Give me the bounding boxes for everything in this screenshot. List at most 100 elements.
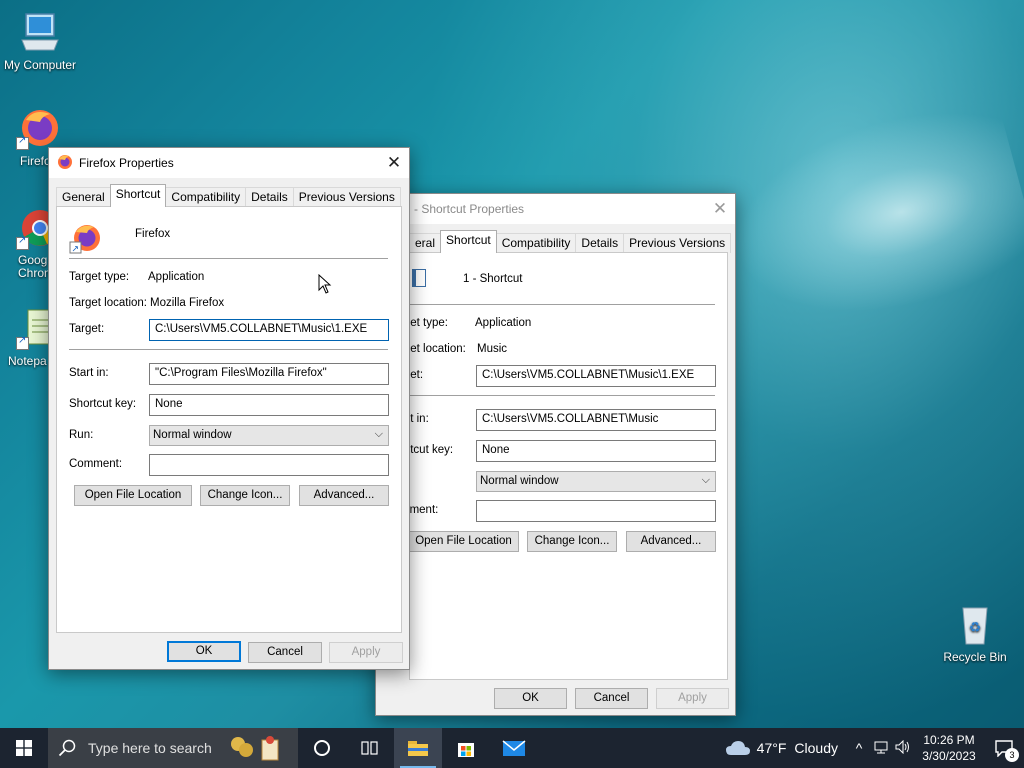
advanced-button[interactable]: Advanced...: [299, 485, 389, 506]
task-view-icon: [361, 741, 378, 755]
cancel-button[interactable]: Cancel: [575, 688, 648, 709]
desktop-icon-label: My Computer: [3, 58, 77, 72]
close-icon[interactable]: ✕: [379, 148, 409, 178]
chevron-down-icon: ⌵: [701, 474, 710, 486]
firefox-icon: [16, 106, 60, 150]
comment-label: Comment:: [69, 458, 123, 470]
target-type-value: Application: [475, 317, 532, 329]
file-explorer-icon: [408, 741, 428, 756]
shortcut-tab-panel: 1 - Shortcut rget type: Application rget…: [400, 252, 728, 680]
file-explorer-button[interactable]: [394, 728, 442, 768]
target-type-label: Target type:: [69, 271, 130, 283]
start-button[interactable]: [0, 728, 48, 768]
volume-icon[interactable]: [892, 739, 914, 757]
tab-general[interactable]: General: [56, 187, 111, 207]
notification-center-button[interactable]: 3: [984, 728, 1024, 768]
target-location-value: Mozilla Firefox: [150, 297, 225, 309]
change-icon-button[interactable]: Change Icon...: [527, 531, 617, 552]
apply-button[interactable]: Apply: [656, 688, 729, 709]
notification-count-badge: 3: [1005, 748, 1019, 762]
ok-button[interactable]: OK: [167, 641, 241, 662]
ok-button[interactable]: OK: [494, 688, 567, 709]
network-icon[interactable]: [870, 740, 892, 757]
tab-previous-versions[interactable]: Previous Versions: [292, 187, 401, 207]
apply-button[interactable]: Apply: [329, 642, 403, 663]
tab-shortcut[interactable]: Shortcut: [109, 184, 167, 207]
divider: [410, 304, 715, 305]
shortcut-icon: [412, 269, 426, 287]
svg-text:♻: ♻: [969, 619, 982, 635]
shortcut-arrow-icon: [16, 135, 29, 150]
tab-previous-versions[interactable]: Previous Versions: [623, 233, 732, 253]
taskbar-search-box[interactable]: Type here to search: [48, 728, 298, 768]
tab-general[interactable]: eral: [409, 233, 442, 253]
tab-details[interactable]: Details: [575, 233, 625, 253]
desktop-icon-recycle-bin[interactable]: ♻ Recycle Bin: [937, 602, 1013, 664]
clock-time: 10:26 PM: [923, 733, 975, 747]
dialog-title: Firefox Properties: [79, 156, 174, 170]
firefox-icon: ↗: [69, 222, 101, 255]
advanced-button[interactable]: Advanced...: [626, 531, 716, 552]
tab-details[interactable]: Details: [245, 187, 294, 207]
chevron-down-icon: ⌵: [374, 428, 383, 440]
dialog-title: - Shortcut Properties: [414, 202, 525, 216]
shortcut-key-label: Shortcut key:: [69, 398, 137, 410]
run-select[interactable]: Normal window ⌵: [476, 471, 716, 492]
divider: [410, 395, 715, 396]
computer-icon: [18, 10, 62, 54]
tab-shortcut[interactable]: Shortcut: [440, 230, 497, 253]
start-in-label: Start in:: [69, 367, 109, 379]
shortcut-key-input[interactable]: None: [149, 394, 389, 416]
cortana-icon: [314, 740, 330, 756]
shortcut-name: 1 - Shortcut: [463, 273, 523, 285]
windows-icon: [16, 740, 32, 756]
target-input[interactable]: C:\Users\VM5.COLLABNET\Music\1.EXE: [476, 365, 716, 387]
desktop-icon-my-computer[interactable]: My Computer: [2, 10, 78, 72]
target-location-value: Music: [477, 343, 508, 355]
tab-compatibility[interactable]: Compatibility: [495, 233, 577, 253]
target-location-label: Target location:: [69, 297, 147, 309]
taskbar-clock[interactable]: 10:26 PM 3/30/2023: [914, 732, 984, 764]
run-select-value: Normal window: [153, 429, 232, 441]
cancel-button[interactable]: Cancel: [248, 642, 322, 663]
run-select-value: Normal window: [480, 475, 559, 487]
recycle-bin-icon: ♻: [953, 602, 997, 646]
desktop-icon-label: Recycle Bin: [943, 650, 1007, 664]
task-view-button[interactable]: [346, 728, 394, 768]
svg-text:↗: ↗: [72, 245, 80, 255]
comment-input[interactable]: [476, 500, 716, 522]
divider: [69, 349, 388, 350]
weather-widget[interactable]: 47°F Cloudy: [715, 739, 848, 757]
clock-date: 3/30/2023: [922, 749, 976, 763]
shortcut-tab-panel: ↗ Firefox Target type: Application Targe…: [56, 206, 402, 633]
open-file-location-button[interactable]: Open File Location: [408, 531, 519, 552]
shortcut-arrow-icon: [16, 335, 29, 350]
shortcut-arrow-icon: [16, 235, 29, 250]
mail-icon: [502, 740, 526, 756]
microsoft-store-button[interactable]: [442, 728, 490, 768]
cortana-button[interactable]: [298, 728, 346, 768]
shortcut-properties-dialog: - Shortcut Properties ✕ eral Shortcut Co…: [375, 193, 736, 716]
target-input[interactable]: C:\Users\VM5.COLLABNET\Music\1.EXE: [149, 319, 389, 341]
open-file-location-button[interactable]: Open File Location: [74, 485, 192, 506]
target-label: Target:: [69, 323, 105, 335]
taskbar: Type here to search 47°F Cloudy ^ 10:26 …: [0, 728, 1024, 768]
search-highlight-icon: [226, 734, 290, 765]
divider: [69, 258, 388, 259]
close-icon[interactable]: ✕: [705, 194, 735, 224]
start-in-input[interactable]: "C:\Program Files\Mozilla Firefox": [149, 363, 389, 385]
run-select[interactable]: Normal window ⌵: [149, 425, 389, 446]
target-type-value: Application: [148, 271, 205, 283]
store-icon: [458, 743, 474, 757]
dialog-titlebar[interactable]: - Shortcut Properties ✕: [376, 194, 735, 224]
dialog-titlebar[interactable]: Firefox Properties ✕: [49, 148, 409, 178]
cloud-icon: [725, 741, 750, 755]
start-in-input[interactable]: C:\Users\VM5.COLLABNET\Music: [476, 409, 716, 431]
mail-button[interactable]: [490, 728, 538, 768]
shortcut-key-input[interactable]: None: [476, 440, 716, 462]
tab-compatibility[interactable]: Compatibility: [165, 187, 247, 207]
chevron-up-icon[interactable]: ^: [848, 740, 870, 756]
comment-input[interactable]: [149, 454, 389, 476]
change-icon-button[interactable]: Change Icon...: [200, 485, 290, 506]
firefox-properties-dialog: Firefox Properties ✕ General Shortcut Co…: [48, 147, 410, 670]
